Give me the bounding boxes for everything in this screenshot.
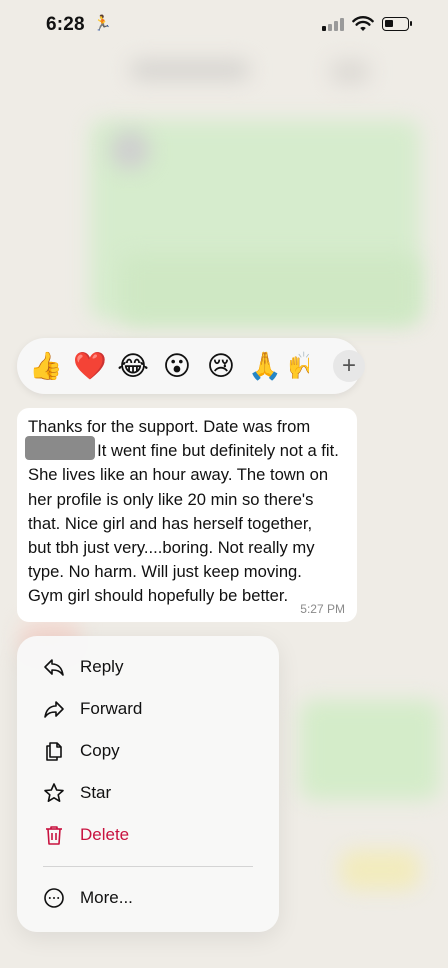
reply-label: Reply [80,657,124,676]
reaction-laughing[interactable]: 😂 [116,349,150,383]
cellular-signal-icon [322,18,344,31]
reply-menu-item[interactable]: Reply [17,646,279,688]
wifi-icon [352,16,374,31]
reply-icon [44,659,64,676]
battery-icon [382,17,412,31]
star-label: Star [80,783,112,802]
reaction-praying[interactable]: 🙏 [248,349,282,383]
delete-label: Delete [80,825,130,844]
fitness-activity-icon: 🏃 [93,15,112,32]
reaction-heart[interactable]: ❤️ [65,341,115,391]
reaction-surprised[interactable]: 😮 [160,349,194,383]
menu-divider [43,866,253,867]
copy-icon [46,742,62,761]
star-menu-item[interactable]: Star [17,772,279,814]
trash-icon [46,826,62,845]
forward-icon [44,701,64,718]
message-context-menu: Reply Forward Copy Star Delete More... [17,636,279,932]
status-time: 6:28 [46,14,85,35]
more-icon [44,888,64,908]
forward-label: Forward [80,699,143,718]
reaction-raised-hands[interactable]: 🙌 [287,349,309,383]
delete-menu-item[interactable]: Delete [17,814,279,856]
reaction-crying[interactable]: 😢 [204,349,238,383]
copy-label: Copy [80,741,120,760]
forward-menu-item[interactable]: Forward [17,688,279,730]
message-bubble[interactable]: Thanks for the support. Date was from It… [17,408,357,622]
message-timestamp: 5:27 PM [300,602,345,616]
more-reactions-button[interactable]: + [333,350,365,382]
more-menu-item[interactable]: More... [17,877,279,919]
star-icon [44,783,64,802]
redacted-text [25,436,95,460]
reaction-bar: 👍 ❤️ 😂 😮 😢 🙏 🙌 + [17,338,365,394]
reaction-thumbs-up[interactable]: 👍 [29,349,63,383]
copy-menu-item[interactable]: Copy [17,730,279,772]
more-label: More... [80,888,133,907]
status-bar: 6:28 🏃 [0,0,448,52]
